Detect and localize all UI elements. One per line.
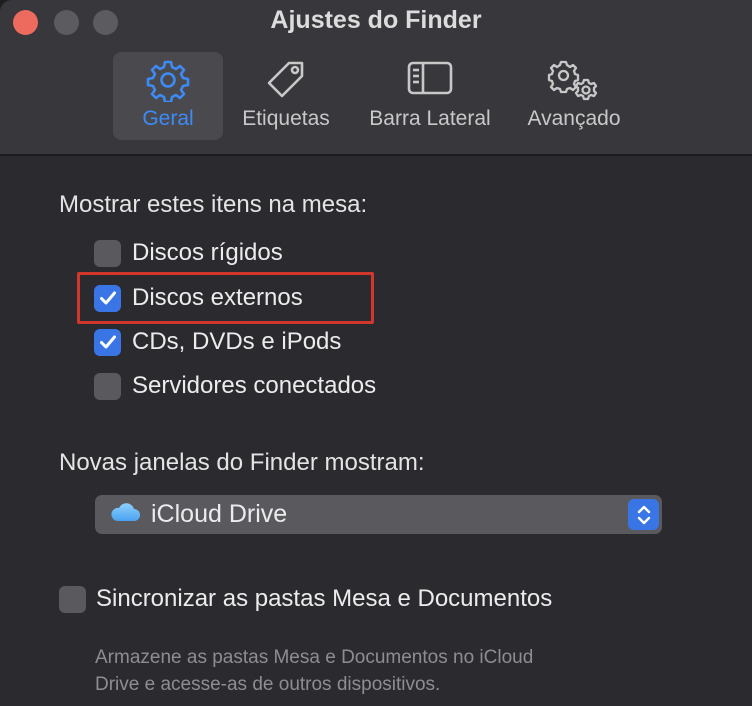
- tab-etiquetas[interactable]: Etiquetas: [230, 52, 342, 140]
- finder-settings-window: Ajustes do Finder Geral Etiquetas Barra …: [0, 0, 752, 706]
- sync-description: Armazene as pastas Mesa e Documentos no …: [95, 644, 655, 698]
- tab-geral[interactable]: Geral: [113, 52, 223, 140]
- select-value: iCloud Drive: [151, 500, 288, 528]
- tab-label: Barra Lateral: [369, 107, 491, 130]
- checkbox[interactable]: [94, 372, 121, 400]
- checkbox-servidores-conectados[interactable]: Servidores conectados: [94, 370, 376, 402]
- checkbox[interactable]: [94, 239, 121, 267]
- toolbar: Ajustes do Finder Geral Etiquetas Barra …: [0, 0, 752, 156]
- tab-label: Geral: [142, 107, 194, 130]
- tab-barra-lateral[interactable]: Barra Lateral: [354, 52, 506, 140]
- window-title: Ajustes do Finder: [270, 6, 482, 34]
- desktop-items-heading: Mostrar estes itens na mesa:: [59, 191, 368, 218]
- highlight-annotation-box: [77, 272, 374, 324]
- tab-avancado[interactable]: Avançado: [516, 52, 632, 140]
- select-stepper[interactable]: [628, 499, 659, 530]
- sync-description-line: Armazene as pastas Mesa e Documentos no …: [95, 647, 534, 668]
- new-windows-select[interactable]: iCloud Drive: [95, 495, 662, 534]
- checkbox-label: Discos rígidos: [132, 239, 283, 266]
- tab-label: Etiquetas: [242, 107, 330, 130]
- checkbox-sincronizar-pastas[interactable]: Sincronizar as pastas Mesa e Documentos: [59, 583, 552, 615]
- checkbox-cds-dvds-ipods[interactable]: CDs, DVDs e iPods: [94, 326, 341, 358]
- checkmark-icon: [99, 335, 116, 349]
- checkbox[interactable]: [94, 328, 121, 356]
- gears-icon: [546, 58, 602, 109]
- tag-icon: [263, 58, 309, 109]
- checkbox-discos-rigidos[interactable]: Discos rígidos: [94, 237, 283, 269]
- checkbox-label: CDs, DVDs e iPods: [132, 328, 342, 355]
- gear-icon: [146, 58, 190, 107]
- checkbox-label: Servidores conectados: [132, 372, 377, 399]
- sidebar-icon: [406, 58, 454, 103]
- checkbox[interactable]: [59, 585, 86, 613]
- tab-label: Avançado: [527, 107, 621, 130]
- new-windows-heading: Novas janelas do Finder mostram:: [59, 449, 425, 476]
- checkbox-label: Sincronizar as pastas Mesa e Documentos: [96, 585, 553, 612]
- chevron-up-down-icon: [637, 505, 650, 524]
- icloud-icon: [109, 501, 141, 528]
- sync-description-line: Drive e acesse-as de outros dispositivos…: [95, 674, 441, 695]
